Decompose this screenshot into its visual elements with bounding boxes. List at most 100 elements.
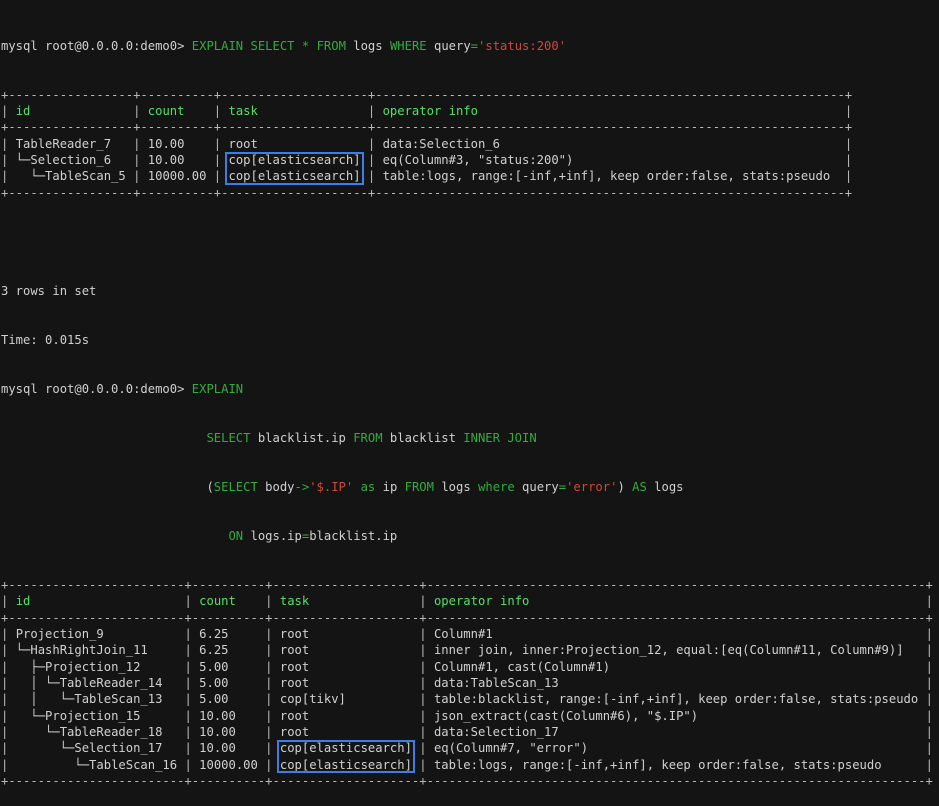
sql-keyword: SELECT (206, 430, 251, 445)
column-header-id: id (15, 104, 31, 119)
cell-id: └─TableScan_5 (15, 169, 126, 184)
cell-info: table:blacklist, range:[-inf,+inf], keep… (433, 692, 919, 707)
column-separator: | (844, 104, 853, 119)
column-separator: | (133, 153, 148, 168)
column-separator: | (213, 104, 229, 119)
column-separator: | (367, 104, 383, 119)
sql-keyword: EXPLAIN (191, 38, 244, 53)
sql-continuation: SELECT blacklist.ip FROM blacklist INNER… (1, 430, 933, 446)
column-header-count: count (199, 594, 236, 609)
column-separator: | (367, 136, 383, 151)
sql-keyword: where (478, 479, 515, 494)
sql-text: query (426, 38, 471, 53)
cell-id: └─HashRightJoin_11 (15, 643, 148, 658)
column-header-id: id (15, 594, 31, 609)
column-separator: | (1, 594, 16, 609)
column-separator: | (925, 757, 933, 772)
cell-task: root (279, 676, 310, 691)
column-separator: | (1, 741, 16, 756)
sql-string: '$.IP' (309, 479, 354, 494)
cell-id: └─Selection_17 (15, 741, 163, 756)
column-header-operator-info: operator info (382, 104, 478, 119)
sql-query-2-line: ON logs.ip=blacklist.ip (206, 529, 397, 543)
sql-keyword: SELECT (213, 479, 258, 494)
column-separator: | (184, 741, 200, 756)
sql-text: = (301, 529, 310, 543)
column-separator: | (419, 627, 434, 642)
column-separator: | (265, 643, 280, 658)
cell-count: 6.25 (199, 627, 229, 642)
table-row: | ├─Projection_12 | 5.00 | root | Column… (1, 659, 933, 675)
table-border: +-----------------+----------+----------… (1, 185, 853, 200)
table-border: +-----------------+----------+----------… (1, 120, 853, 135)
column-header-task: task (279, 594, 310, 609)
sql-keyword: EXPLAIN (191, 381, 244, 396)
column-separator: | (265, 676, 280, 691)
sql-keyword: JOIN (507, 430, 537, 445)
table-row: | └─TableScan_5 | 10000.00 | cop[elastic… (1, 168, 933, 186)
prompt: mysql root@0.0.0.0:demo0> (1, 38, 192, 53)
column-separator: | (184, 725, 200, 740)
column-separator: | (925, 741, 933, 756)
column-separator: | (133, 136, 148, 151)
sql-text: ( (206, 479, 214, 494)
column-separator: | (925, 643, 933, 658)
column-separator: | (419, 692, 434, 707)
terminal-output: mysql root@0.0.0.0:demo0> EXPLAIN SELECT… (1, 5, 933, 806)
sql-string: 'status:200' (478, 38, 567, 53)
table-row: | TableReader_7 | 10.00 | root | data:Se… (1, 136, 933, 152)
column-separator: | (213, 136, 229, 151)
cell-count: 10000.00 (199, 757, 258, 772)
table-border: +------------------------+----------+---… (1, 610, 933, 625)
cell-task: root (279, 643, 310, 658)
sql-keyword: AS (632, 479, 647, 494)
sql-continuation: (SELECT body->'$.IP' as ip FROM logs whe… (1, 479, 933, 495)
column-separator: | (265, 594, 280, 609)
sql-keyword: as (360, 479, 376, 494)
sql-keyword: FROM (404, 479, 434, 494)
sql-keyword: FROM (353, 430, 383, 445)
table-row: | └─Projection_15 | 10.00 | root | json_… (1, 708, 933, 724)
column-separator: | (925, 594, 933, 609)
sql-string: 'error' (566, 479, 618, 494)
column-separator: | (1, 692, 16, 707)
sql-keyword: ON (228, 529, 244, 543)
column-separator: | (925, 692, 933, 707)
sql-text: ip (375, 479, 405, 494)
column-separator: | (265, 692, 280, 707)
cell-count: 5.00 (199, 659, 229, 674)
cell-info: Column#1, cast(Column#1) (433, 659, 611, 674)
table-row: | │ └─TableScan_13 | 5.00 | cop[tikv] | … (1, 691, 933, 707)
cell-task: cop[elasticsearch] (225, 168, 364, 186)
cell-count: 10.00 (147, 136, 185, 151)
column-separator: | (265, 659, 280, 674)
column-separator: | (1, 708, 16, 723)
column-separator: | (419, 594, 434, 609)
cell-task: root (279, 659, 310, 674)
cell-id: └─Projection_15 (15, 708, 141, 723)
column-separator: | (1, 643, 16, 658)
column-separator: | (184, 676, 200, 691)
sql-query-2-line: SELECT blacklist.ip FROM blacklist INNER… (206, 431, 536, 445)
cell-count: 10.00 (199, 708, 236, 723)
column-separator: | (133, 104, 148, 119)
cell-count: 10.00 (199, 741, 236, 756)
sql-query-2-line: (SELECT body->'$.IP' as ip FROM logs whe… (206, 480, 683, 494)
cell-info: data:TableScan_13 (433, 676, 559, 691)
column-separator: | (925, 708, 933, 723)
sql-text: ) (617, 479, 633, 494)
sql-continuation: ON logs.ip=blacklist.ip (1, 528, 933, 544)
column-separator: | (184, 627, 200, 642)
column-separator: | (184, 692, 200, 707)
cell-info: data:Selection_6 (382, 136, 500, 151)
cell-count: 6.25 (199, 643, 229, 658)
sql-text: blacklist.ip (309, 529, 398, 543)
cell-task: root (228, 136, 258, 151)
column-separator: | (1, 136, 16, 151)
column-header-task: task (228, 104, 258, 119)
cell-id: TableReader_7 (15, 136, 112, 151)
cell-task: root (279, 708, 310, 723)
